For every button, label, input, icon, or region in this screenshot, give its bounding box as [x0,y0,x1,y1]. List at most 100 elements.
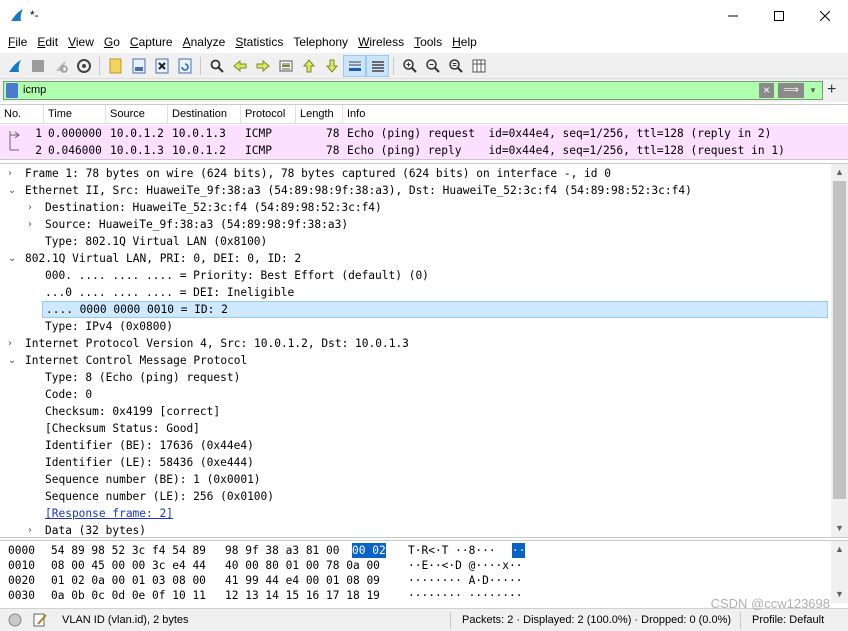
close-button[interactable] [802,0,848,31]
tree-item[interactable]: Type: 802.1Q Virtual LAN (0x8100) [0,233,829,250]
scroll-up-icon[interactable]: ▲ [831,164,848,181]
hex-ascii[interactable]: ········ ········ [408,588,523,603]
capture-options-button[interactable] [72,55,95,77]
hex-offset[interactable]: 0030 [8,588,35,603]
tree-item[interactable]: ⌄ 802.1Q Virtual LAN, PRI: 0, DEI: 0, ID:… [0,250,829,267]
tree-item[interactable]: [Response frame: 2] [0,505,829,522]
expert-info-icon[interactable] [8,613,22,627]
tree-item[interactable]: Checksum: 0x4199 [correct] [0,403,829,420]
zoom-in-button[interactable] [398,55,421,77]
tree-item[interactable]: Identifier (LE): 58436 (0xe444) [0,454,829,471]
tree-item[interactable]: Type: IPv4 (0x0800) [0,318,829,335]
hex-bytes-right[interactable]: 40 00 80 01 00 78 0a 00 [225,558,380,573]
scroll-up-icon[interactable]: ▲ [831,541,848,558]
packet-row[interactable]: 2 0.046000 10.0.1.3 10.0.1.2 ICMP 78 Ech… [0,142,848,159]
menu-item-tools[interactable]: Tools [409,32,447,52]
hex-ascii[interactable]: T·R<·T ··8··· [408,543,496,558]
save-file-button[interactable] [127,55,150,77]
bytes-scrollbar[interactable]: ▲ ▼ [831,541,848,603]
autoscroll-button[interactable] [343,54,366,77]
column-header-info[interactable]: Info [343,105,848,124]
collapse-arrow-icon[interactable]: ⌄ [8,250,16,267]
menu-item-telephony[interactable]: Telephony [288,32,353,52]
stop-capture-button[interactable] [26,55,49,77]
tree-item[interactable]: Type: 8 (Echo (ping) request) [0,369,829,386]
expand-arrow-icon[interactable]: › [28,522,32,537]
hex-bytes-left[interactable]: 08 00 45 00 00 3c e4 44 [51,558,206,573]
tree-item[interactable]: › Frame 1: 78 bytes on wire (624 bits), 7… [0,165,829,182]
expand-arrow-icon[interactable]: › [8,165,12,182]
tree-item[interactable]: Identifier (BE): 17636 (0x44e4) [0,437,829,454]
column-header-source[interactable]: Source [106,105,168,124]
restart-capture-button[interactable] [49,55,72,77]
display-filter-input[interactable]: icmp × ⟹ ▾ [3,81,823,100]
expand-arrow-icon[interactable]: › [28,199,32,216]
column-header-no[interactable]: No. [0,105,44,124]
tree-item[interactable]: ⌄ Ethernet II, Src: HuaweiTe_9f:38:a3 (54… [0,182,829,199]
collapse-arrow-icon[interactable]: ⌄ [8,182,16,199]
reload-file-button[interactable] [173,55,196,77]
tree-item[interactable]: Code: 0 [0,386,829,403]
tree-item[interactable]: › Internet Protocol Version 4, Src: 10.0.… [0,335,829,352]
open-file-button[interactable] [104,55,127,77]
hex-bytes-right[interactable]: 98 9f 38 a3 81 00 [225,543,340,558]
column-header-length[interactable]: Length [296,105,343,124]
tree-item[interactable]: › Data (32 bytes) [0,522,829,537]
bookmark-icon[interactable] [6,83,18,98]
zoom-normal-button[interactable] [444,55,467,77]
menu-item-go[interactable]: Go [99,32,125,52]
tree-item[interactable]: › Destination: HuaweiTe_52:3c:f4 (54:89:9… [0,199,829,216]
hex-bytes-left[interactable]: 0a 0b 0c 0d 0e 0f 10 11 [51,588,206,603]
tree-item[interactable]: ...0 .... .... .... = DEI: Ineligible [0,284,829,301]
scroll-down-icon[interactable]: ▼ [831,586,848,603]
tree-item-selected[interactable]: .... 0000 0000 0010 = ID: 2 [42,301,828,318]
menu-item-capture[interactable]: Capture [125,32,178,52]
menu-item-file[interactable]: File [3,32,32,52]
go-first-button[interactable] [297,55,320,77]
status-profile[interactable]: Profile: Default [752,614,824,626]
menu-item-view[interactable]: View [63,32,99,52]
hex-bytes-left[interactable]: 01 02 0a 00 01 03 08 00 [51,573,206,588]
tree-item[interactable]: Sequence number (BE): 1 (0x0001) [0,471,829,488]
minimize-button[interactable] [710,0,756,31]
zoom-out-button[interactable] [421,55,444,77]
tree-item[interactable]: 000. .... .... .... = Priority: Best Eff… [0,267,829,284]
column-header-time[interactable]: Time [44,105,106,124]
capture-comment-icon[interactable] [32,612,48,628]
tree-item[interactable]: › Source: HuaweiTe_9f:38:a3 (54:89:98:9f:… [0,216,829,233]
menu-item-wireless[interactable]: Wireless [353,32,409,52]
details-scrollbar[interactable]: ▲ ▼ [831,164,848,537]
maximize-button[interactable] [756,0,802,31]
tree-item[interactable]: ⌄ Internet Control Message Protocol [0,352,829,369]
tree-item[interactable]: Sequence number (LE): 256 (0x0100) [0,488,829,505]
collapse-arrow-icon[interactable]: ⌄ [8,352,16,369]
details-scroll-thumb[interactable] [833,181,846,499]
hex-ascii[interactable]: ········ A·D····· [408,573,523,588]
add-filter-button[interactable]: + [827,81,836,99]
hex-bytes-right[interactable]: 41 99 44 e4 00 01 08 09 [225,573,380,588]
expand-arrow-icon[interactable]: › [28,216,32,233]
response-frame-link[interactable]: [Response frame: 2] [45,505,173,522]
find-packet-button[interactable] [205,55,228,77]
resize-columns-button[interactable] [467,55,490,77]
menu-item-analyze[interactable]: Analyze [178,32,231,52]
scroll-down-icon[interactable]: ▼ [831,520,848,537]
expand-arrow-icon[interactable]: › [8,335,12,352]
go-forward-button[interactable] [251,55,274,77]
apply-filter-icon[interactable]: ⟹ [778,83,804,98]
hex-offset[interactable]: 0020 [8,573,35,588]
filter-history-dropdown-icon[interactable]: ▾ [807,83,819,98]
menu-item-statistics[interactable]: Statistics [230,32,288,52]
go-last-button[interactable] [320,55,343,77]
column-header-protocol[interactable]: Protocol [241,105,296,124]
clear-filter-icon[interactable]: × [759,83,774,98]
go-to-packet-button[interactable] [274,55,297,77]
column-header-destination[interactable]: Destination [168,105,241,124]
hex-offset[interactable]: 0000 [8,543,35,558]
go-back-button[interactable] [228,55,251,77]
hex-ascii[interactable]: ··E··<·D @····x·· [408,558,523,573]
close-file-button[interactable] [150,55,173,77]
packet-row[interactable]: 1 0.000000 10.0.1.2 10.0.1.3 ICMP 78 Ech… [0,125,848,142]
tree-item[interactable]: [Checksum Status: Good] [0,420,829,437]
hex-offset[interactable]: 0010 [8,558,35,573]
